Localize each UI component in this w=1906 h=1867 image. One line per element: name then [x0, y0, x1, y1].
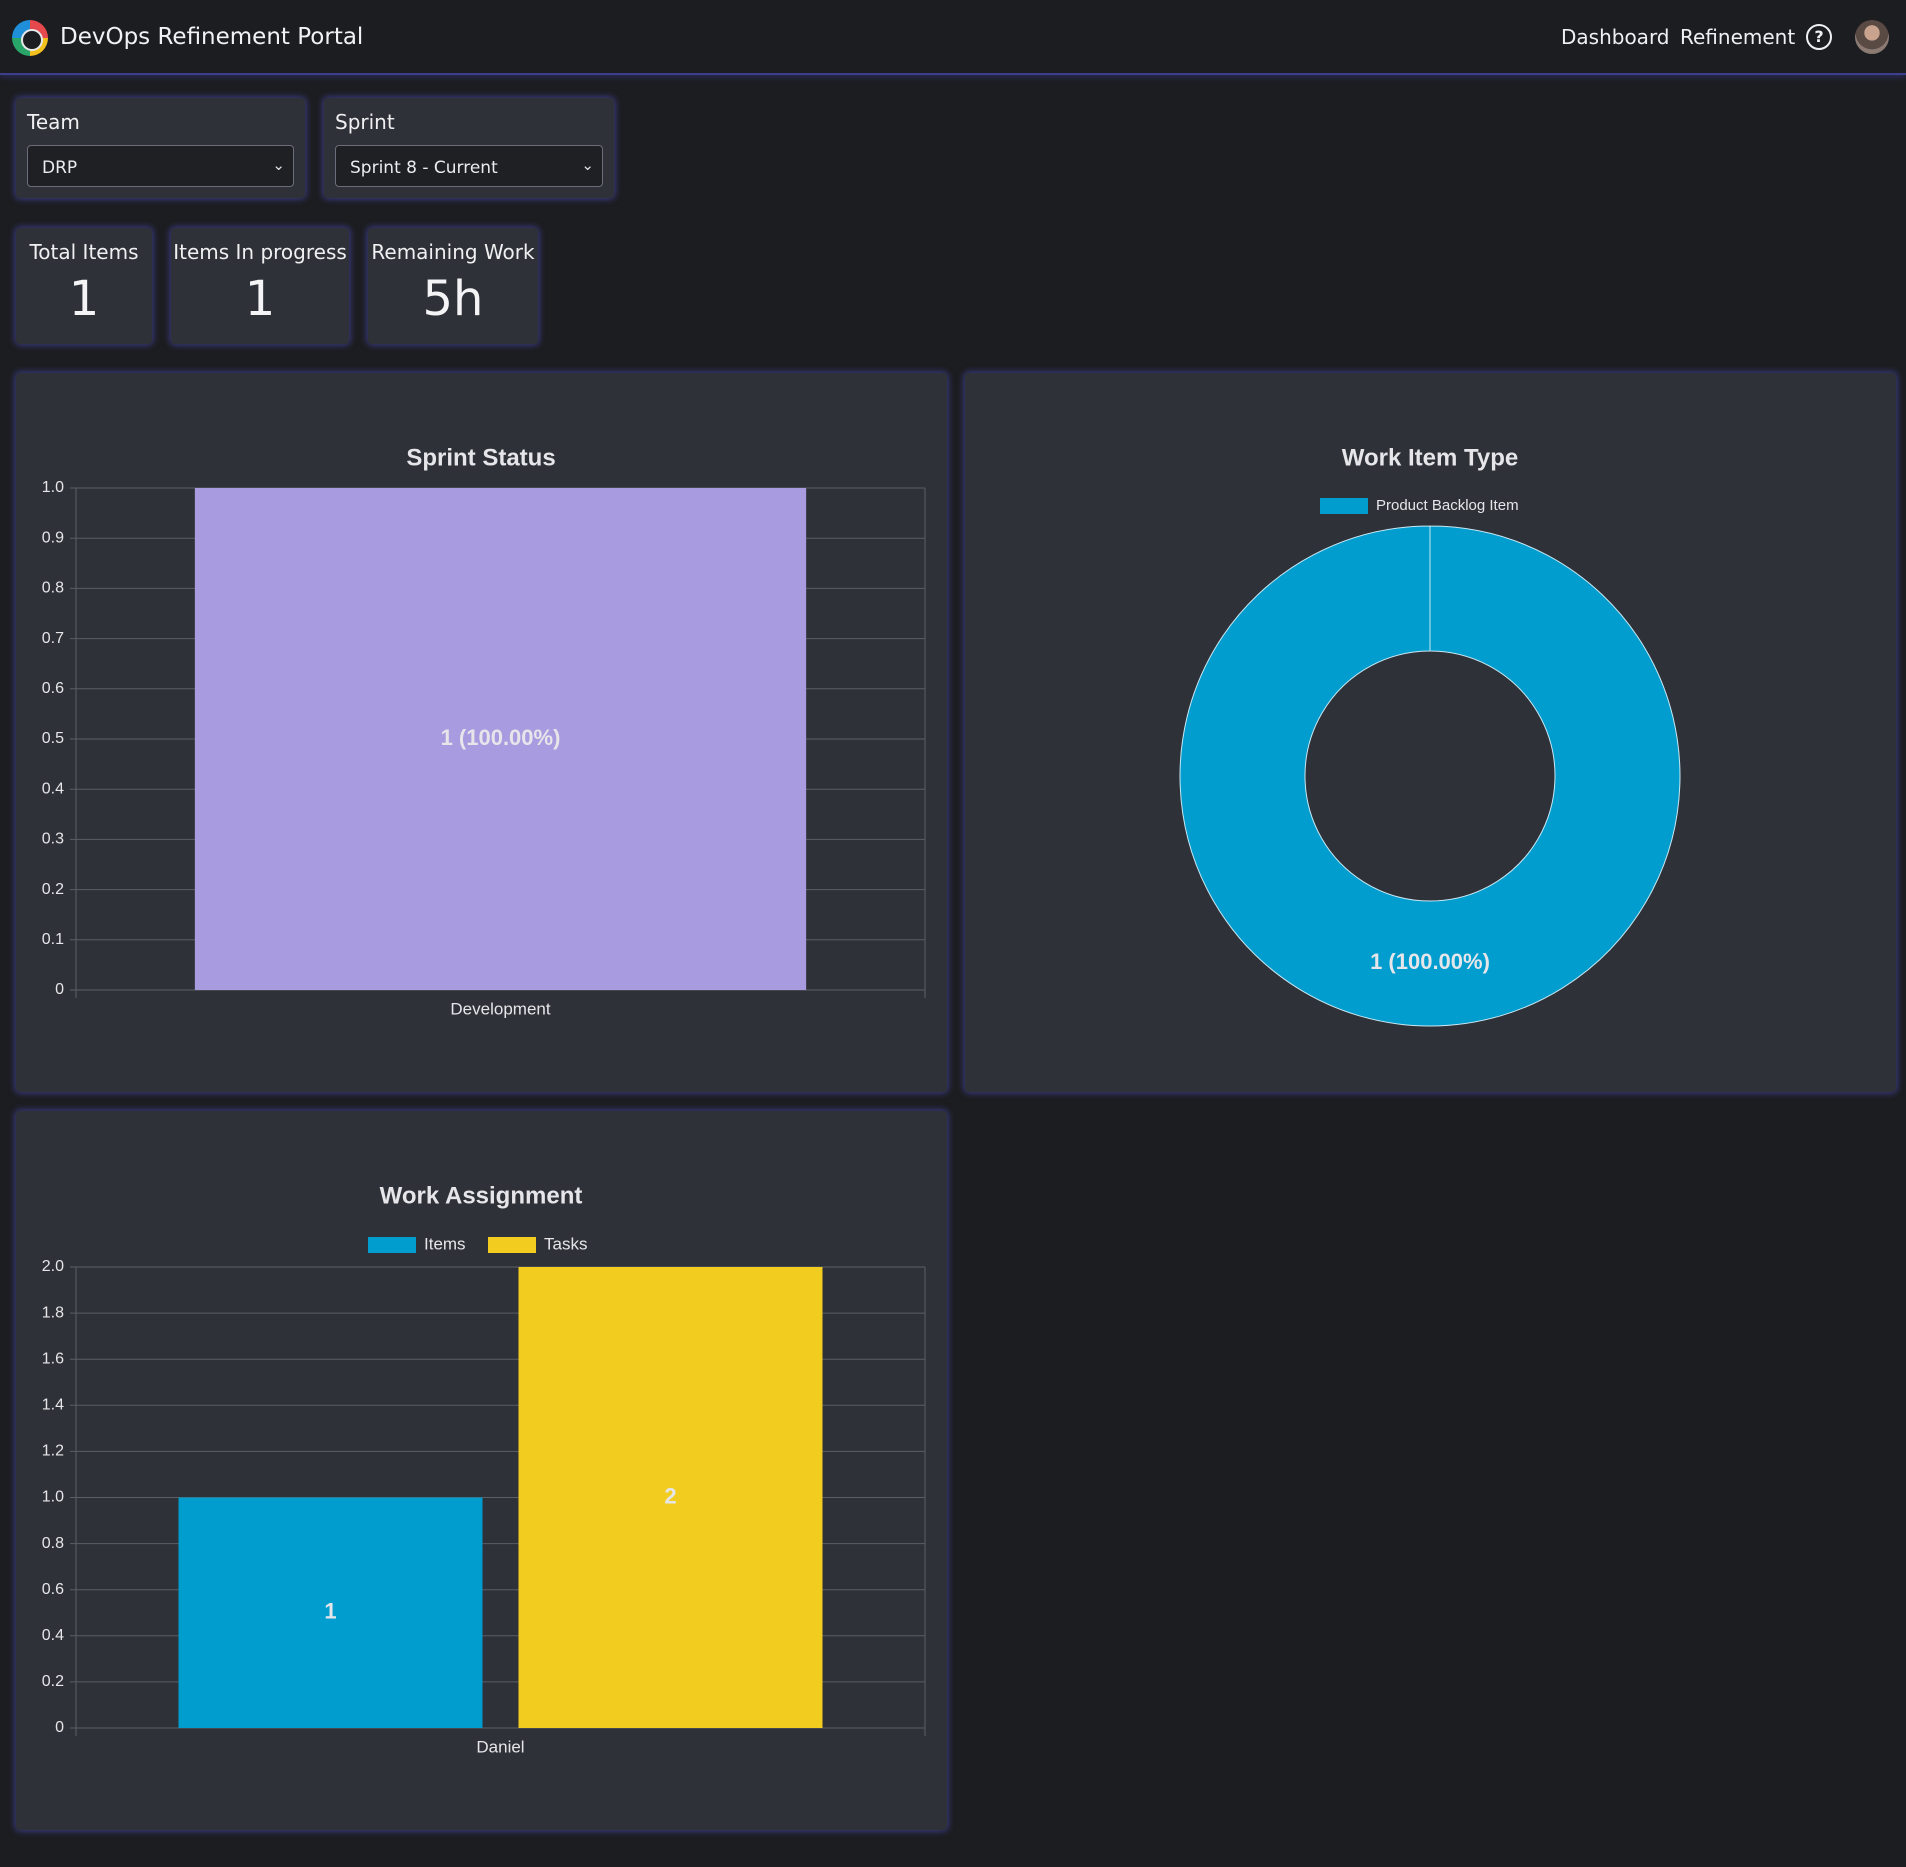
nav-link-dashboard[interactable]: Dashboard [1561, 25, 1670, 49]
y-tick-label: 1.8 [42, 1304, 64, 1321]
items-in-progress-card: Items In progress 1 [171, 228, 349, 344]
remaining-work-card: Remaining Work 5h [368, 228, 538, 344]
y-tick-label: 0 [55, 1719, 64, 1736]
legend-label: Items [424, 1234, 466, 1253]
help-icon[interactable]: ? [1806, 24, 1832, 50]
bar-data-label: 1 (100.00%) [441, 725, 561, 750]
legend-label: Tasks [544, 1234, 587, 1253]
chart-title: Work Item Type [1342, 444, 1518, 471]
bar-data-label: 1 [324, 1599, 336, 1624]
chart-title: Work Assignment [380, 1182, 583, 1209]
total-items-label: Total Items [29, 240, 139, 264]
brand-logo-icon[interactable] [12, 20, 48, 56]
y-tick-label: 1.4 [42, 1397, 64, 1414]
chevron-down-icon: ⌄ [581, 156, 594, 174]
team-select-value: DRP [42, 158, 78, 178]
bar-data-label: 2 [664, 1483, 676, 1508]
y-tick-label: 1.2 [42, 1443, 64, 1460]
team-select[interactable]: DRP ⌄ [27, 145, 294, 187]
team-label: Team [27, 110, 80, 134]
y-tick-label: 0.6 [42, 1581, 64, 1598]
legend-label: Product Backlog Item [1376, 497, 1519, 514]
y-tick-label: 0.9 [42, 529, 64, 546]
y-tick-label: 0.4 [42, 780, 64, 797]
legend-swatch [1320, 498, 1368, 514]
remaining-work-value: 5h [422, 271, 484, 327]
team-filter-card: Team DRP ⌄ [16, 98, 305, 198]
work-assignment-card: Work Assignment Items Tasks 0 0.2 0.4 0.6 0.8 1.… [16, 1111, 947, 1830]
y-tick-label: 0.3 [42, 831, 64, 848]
work-item-type-chart: Work Item Type Product Backlog Item 1 (100… [1179, 444, 1681, 1027]
sprint-status-chart: Sprint Status 0 0.1 0.2 0.3 0.4 0.5 0.6 0.7 0.8 0.… [42, 444, 926, 1018]
y-tick-label: 0.2 [42, 881, 64, 898]
y-tick-label: 0.8 [42, 580, 64, 597]
remaining-work-label: Remaining Work [371, 240, 535, 264]
total-items-card: Total Items 1 [16, 228, 152, 344]
sprint-select[interactable]: Sprint 8 - Current ⌄ [335, 145, 603, 187]
app-title[interactable]: DevOps Refinement Portal [60, 24, 363, 50]
y-tick-label: 0.4 [42, 1627, 64, 1644]
user-avatar[interactable] [1855, 20, 1889, 54]
sprint-filter-card: Sprint Sprint 8 - Current ⌄ [324, 98, 614, 198]
y-tick-label: 1.0 [42, 1489, 64, 1506]
y-tick-label: 1.6 [42, 1350, 64, 1367]
y-tick-label: 0.1 [42, 931, 64, 948]
y-tick-label: 2.0 [42, 1258, 64, 1275]
y-tick-label: 0.8 [42, 1535, 64, 1552]
sprint-label: Sprint [335, 110, 395, 134]
y-tick-label: 0.5 [42, 730, 64, 747]
chart-title: Sprint Status [406, 444, 555, 471]
nav-link-refinement[interactable]: Refinement [1680, 25, 1795, 49]
y-tick-label: 0.7 [42, 630, 64, 647]
total-items-value: 1 [68, 271, 100, 327]
work-item-type-card: Work Item Type Product Backlog Item 1 (100… [965, 373, 1896, 1092]
legend-swatch [488, 1237, 536, 1253]
sprint-select-value: Sprint 8 - Current [350, 158, 498, 178]
x-tick-label: Daniel [476, 1737, 524, 1756]
slice-data-label: 1 (100.00%) [1370, 949, 1490, 974]
work-assignment-chart: Work Assignment Items Tasks 0 0.2 0.4 0.6 0.8 1.… [42, 1182, 926, 1756]
x-tick-label: Development [450, 999, 550, 1018]
items-in-progress-label: Items In progress [173, 240, 347, 264]
y-tick-label: 0 [55, 981, 64, 998]
y-tick-label: 1.0 [42, 479, 64, 496]
y-tick-label: 0.2 [42, 1673, 64, 1690]
chevron-down-icon: ⌄ [272, 156, 285, 174]
items-in-progress-value: 1 [244, 271, 276, 327]
legend-swatch [368, 1237, 416, 1253]
y-tick-label: 0.6 [42, 680, 64, 697]
sprint-status-card: Sprint Status 0 0.1 0.2 0.3 0.4 0.5 0.6 0.7 0.8 0.… [16, 373, 947, 1092]
top-navbar: DevOps Refinement Portal Dashboard Refin… [0, 0, 1906, 75]
